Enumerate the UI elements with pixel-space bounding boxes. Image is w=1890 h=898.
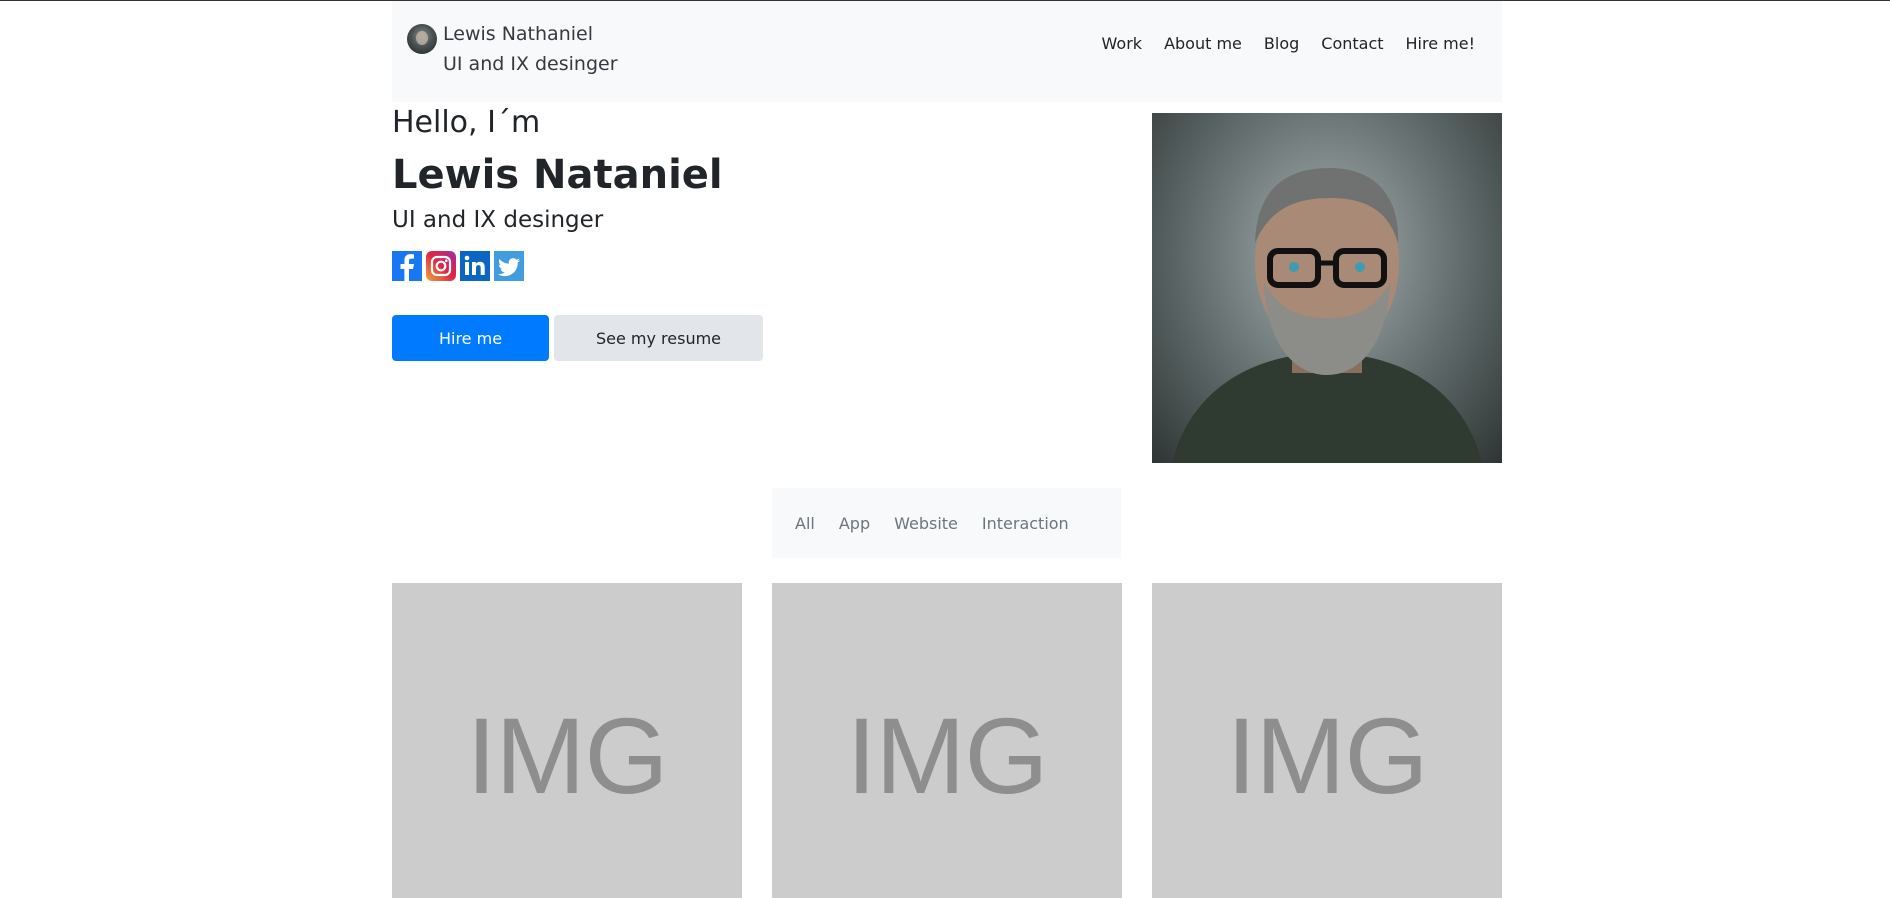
twitter-icon[interactable] bbox=[494, 251, 524, 281]
portfolio-card[interactable]: IMG bbox=[772, 583, 1122, 898]
avatar bbox=[407, 24, 437, 54]
see-resume-button[interactable]: See my resume bbox=[554, 315, 763, 361]
portfolio-card[interactable]: IMG bbox=[1152, 583, 1502, 898]
nav-link-blog[interactable]: Blog bbox=[1253, 31, 1310, 57]
brand-name: Lewis Nathaniel bbox=[443, 23, 593, 45]
linkedin-icon[interactable] bbox=[460, 251, 490, 281]
instagram-icon[interactable] bbox=[426, 251, 456, 281]
nav-link-contact[interactable]: Contact bbox=[1310, 31, 1394, 57]
brand-role: UI and IX desinger bbox=[443, 53, 618, 75]
profile-photo bbox=[1152, 113, 1502, 463]
hire-me-button[interactable]: Hire me bbox=[392, 315, 549, 361]
image-placeholder: IMG bbox=[1226, 695, 1429, 816]
nav-links: Work About me Blog Contact Hire me! bbox=[1091, 31, 1475, 57]
social-links bbox=[392, 251, 524, 281]
facebook-icon[interactable] bbox=[392, 251, 422, 281]
image-placeholder: IMG bbox=[846, 695, 1049, 816]
portfolio-card[interactable]: IMG bbox=[392, 583, 742, 898]
hero-name: Lewis Nataniel bbox=[392, 152, 723, 198]
image-placeholder: IMG bbox=[466, 695, 669, 816]
nav-link-hire[interactable]: Hire me! bbox=[1395, 31, 1475, 57]
navbar: Lewis Nathaniel UI and IX desinger Work … bbox=[392, 1, 1502, 102]
hero-greeting: Hello, I´m bbox=[392, 105, 541, 140]
filter-interaction[interactable]: Interaction bbox=[970, 514, 1081, 533]
filter-app[interactable]: App bbox=[827, 514, 882, 533]
filter-website[interactable]: Website bbox=[882, 514, 970, 533]
nav-link-about[interactable]: About me bbox=[1153, 31, 1253, 57]
filter-all[interactable]: All bbox=[783, 514, 827, 533]
portfolio-filter: All App Website Interaction bbox=[772, 488, 1121, 558]
nav-link-work[interactable]: Work bbox=[1091, 31, 1154, 57]
hero-role: UI and IX desinger bbox=[392, 207, 604, 233]
brand[interactable]: Lewis Nathaniel UI and IX desinger bbox=[407, 19, 618, 79]
